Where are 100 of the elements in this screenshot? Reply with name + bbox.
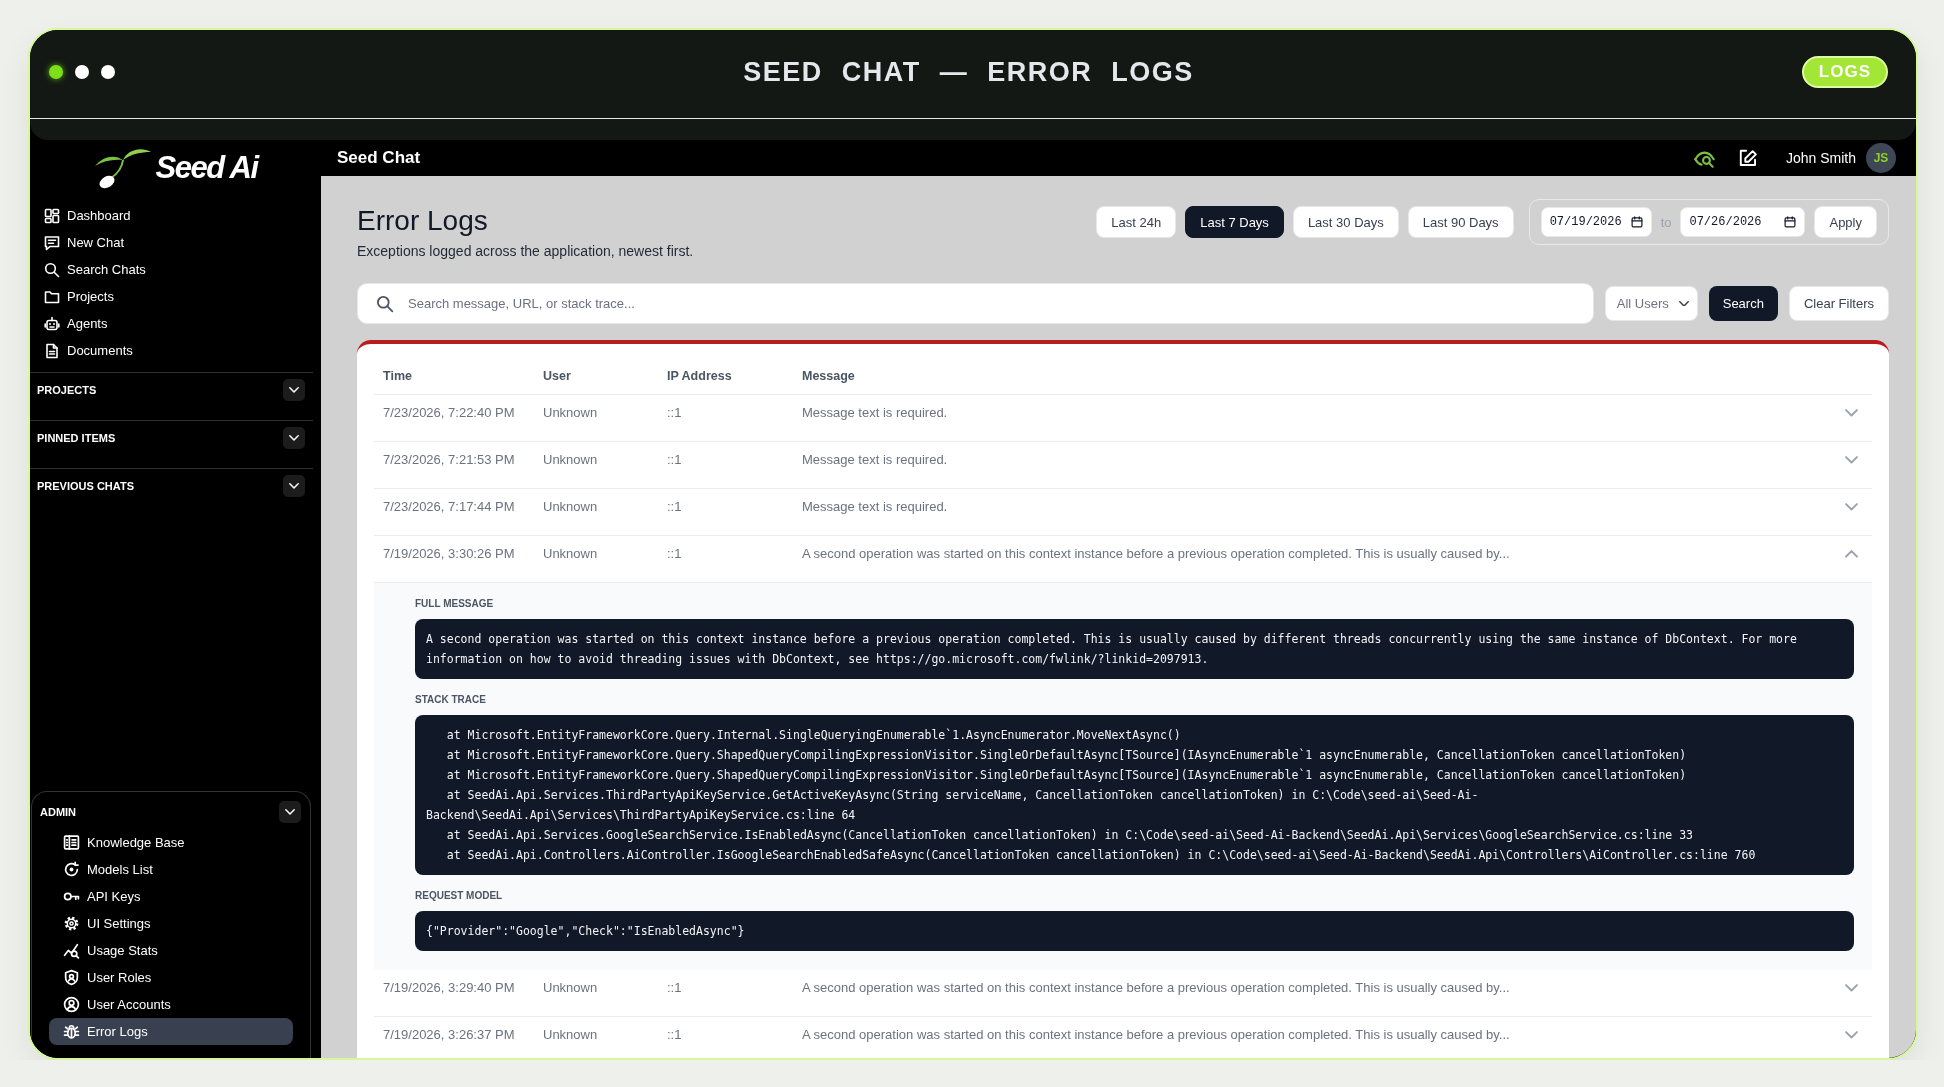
section-label: PROJECTS [37,383,97,398]
user-avatar[interactable]: JS [1866,143,1896,173]
nav-item[interactable]: Knowledge Base [49,829,293,856]
section-label: ADMIN [40,805,77,820]
nav-item[interactable]: Models List [49,856,293,883]
table-cell-text: ::1 [666,546,682,561]
table-cell-text: Unknown [542,1027,598,1042]
page-title: Error Logs [357,204,489,238]
chevron-down-icon [289,483,299,489]
chevron-down-icon [289,435,299,441]
table-cell-text: Message text is required. [801,499,948,514]
window-control-icon[interactable] [49,65,63,79]
column-header: User [542,369,571,384]
table-cell-text: 7/23/2026, 7:17:44 PM [382,499,515,514]
table-cell-text: ::1 [666,499,682,514]
nav-item[interactable]: Projects [44,283,114,310]
nav-item[interactable]: API Keys [49,883,293,910]
table-cell-text: A second operation was started on this context instance before a previous operation completed. This is usually caused by... [801,546,1510,561]
nav-item[interactable]: Dashboard [44,202,131,229]
table-cell-text: 7/19/2026, 3:30:26 PM [382,546,515,561]
nav-item[interactable]: User Accounts [49,991,293,1018]
nav-item[interactable]: Error Logs [49,1018,293,1045]
code-line: at Microsoft.EntityFrameworkCore.Query.ShapedQueryCompilingExpressionVisitor.SingleOrDefaultAsync[TSource](IAsyncEnumerable`1 asyncEnumerable, CancellationToken cancellationToken) [445,767,1688,784]
nav-item[interactable]: Agents [44,310,108,337]
nav-item[interactable]: Search Chats [44,256,146,283]
shield-user-icon [63,969,80,986]
nav-item[interactable]: UI Settings [49,910,293,937]
user-name: John Smith [1785,150,1856,166]
list-icon [63,834,80,851]
range-tab[interactable]: Last 30 Days [1292,206,1399,238]
search-icon [44,261,60,278]
date-field[interactable]: 07/19/2026 [1540,207,1652,237]
user-circle-icon [63,996,80,1013]
chart-search-icon [63,942,80,959]
window-control-icon[interactable] [75,65,89,79]
table-cell-text: 7/23/2026, 7:22:40 PM [382,405,515,420]
code-line: {"Provider":"Google","Check":"IsEnabledAsync"} [426,923,746,940]
table-cell-text: Unknown [542,980,598,995]
code-line: at SeedAi.Api.Services.GoogleSearchService.IsEnabledAsync(CancellationToken cancellationToken) in C:\Code\seed-ai\Seed-Ai-Backend\SeedAi.Api\Services\GoogleSearchService.cs:line 33 [445,827,1695,844]
table-cell-text: A second operation was started on this context instance before a previous operation completed. This is usually caused by... [801,1027,1510,1042]
code-line: A second operation was started on this context instance before a previous operation completed. This is usually caused by different threads concurrently using the same instance of DbContext. For more information on how to avoid threading issues with DbContext, see https://go.microsoft.com/fwlink/?linkid=2097913. [426,631,1798,668]
clear-filters-button[interactable]: Clear Filters [1788,286,1889,321]
search-field[interactable]: Search message, URL, or stack trace... [357,283,1594,324]
table-cell-text: ::1 [666,452,682,467]
cycle-icon [63,861,80,878]
table-cell-text: 7/19/2026, 3:29:40 PM [382,980,515,995]
column-header: Time [382,369,412,384]
table-cell-text: Unknown [542,405,598,420]
logo-text: Seed Ai [155,150,258,186]
table-cell-text: ::1 [666,405,682,420]
calendar-icon [1784,216,1797,228]
table-cell-text: Message text is required. [801,452,948,467]
settings-icon [63,915,80,932]
table-cell-text: Unknown [542,546,598,561]
details-label: STACK TRACE [415,693,487,707]
range-tab[interactable]: Last 90 Days [1407,206,1514,238]
table-cell-text: Unknown [542,499,598,514]
search-button[interactable]: Search [1708,286,1778,321]
user-filter-select[interactable]: All Users [1604,286,1698,321]
code-line: at SeedAi.Api.Controllers.AiController.IsGoogleSearchEnabledSafeAsync(CancellationToken cancellationToken) in C:\Code\seed-ai\Seed-Ai-Backend\SeedAi.Api\Controllers\AiController.cs:line 760 [445,847,1757,864]
nav-item[interactable]: Usage Stats [49,937,293,964]
window-control-icon[interactable] [101,65,115,79]
edit-icon[interactable] [1738,148,1758,168]
section-label: PREVIOUS CHATS [37,479,134,494]
apply-button[interactable]: Apply [1814,206,1877,238]
app-title: Seed Chat [337,148,421,168]
range-tab[interactable]: Last 7 Days [1185,206,1284,238]
column-header: IP Address [666,369,732,384]
code-line: at Microsoft.EntityFrameworkCore.Query.ShapedQueryCompilingExpressionVisitor.SingleOrDefaultAsync[TSource](IAsyncEnumerable`1 asyncEnumerable, CancellationToken cancellationToken) [445,747,1688,764]
date-field[interactable]: 07/26/2026 [1680,207,1806,237]
table-cell-text: ::1 [666,1027,682,1042]
table-cell-text: 7/23/2026, 7:21:53 PM [382,452,515,467]
calendar-icon [1630,216,1643,228]
expand-button[interactable] [283,475,305,497]
nav-item[interactable]: User Roles [49,964,293,991]
chevron-down-icon [1678,300,1689,307]
table-cell-text: Unknown [542,452,598,467]
window-title: SEED CHAT — ERROR LOGS [743,56,1194,88]
nav-item[interactable]: Documents [44,337,133,364]
details-label: FULL MESSAGE [415,597,495,611]
code-line: at Microsoft.EntityFrameworkCore.Query.Internal.SingleQueryingEnumerable`1.AsyncEnumerator.MoveNextAsync() [445,727,1182,744]
nav-item[interactable]: New Chat [44,229,125,256]
expand-button[interactable] [279,801,301,823]
bug-icon [63,1023,80,1040]
chevron-down-icon [285,809,295,815]
folder-icon [44,288,60,305]
chevron-down-icon [289,387,299,393]
expand-button[interactable] [283,427,305,449]
table-cell-text: Message text is required. [801,405,948,420]
column-header: Message [801,369,855,384]
details-label: REQUEST MODEL [415,889,504,903]
table-cell-text: A second operation was started on this context instance before a previous operation completed. This is usually caused by... [801,980,1510,995]
table-cell-text: ::1 [666,980,682,995]
range-tab[interactable]: Last 24h [1096,206,1177,238]
expand-button[interactable] [283,379,305,401]
document-icon [44,342,60,359]
dashboard-icon [44,207,60,224]
page-subtitle: Exceptions logged across the application, newest first. [357,242,694,260]
search-icon [376,294,394,313]
chat-icon [44,234,60,251]
